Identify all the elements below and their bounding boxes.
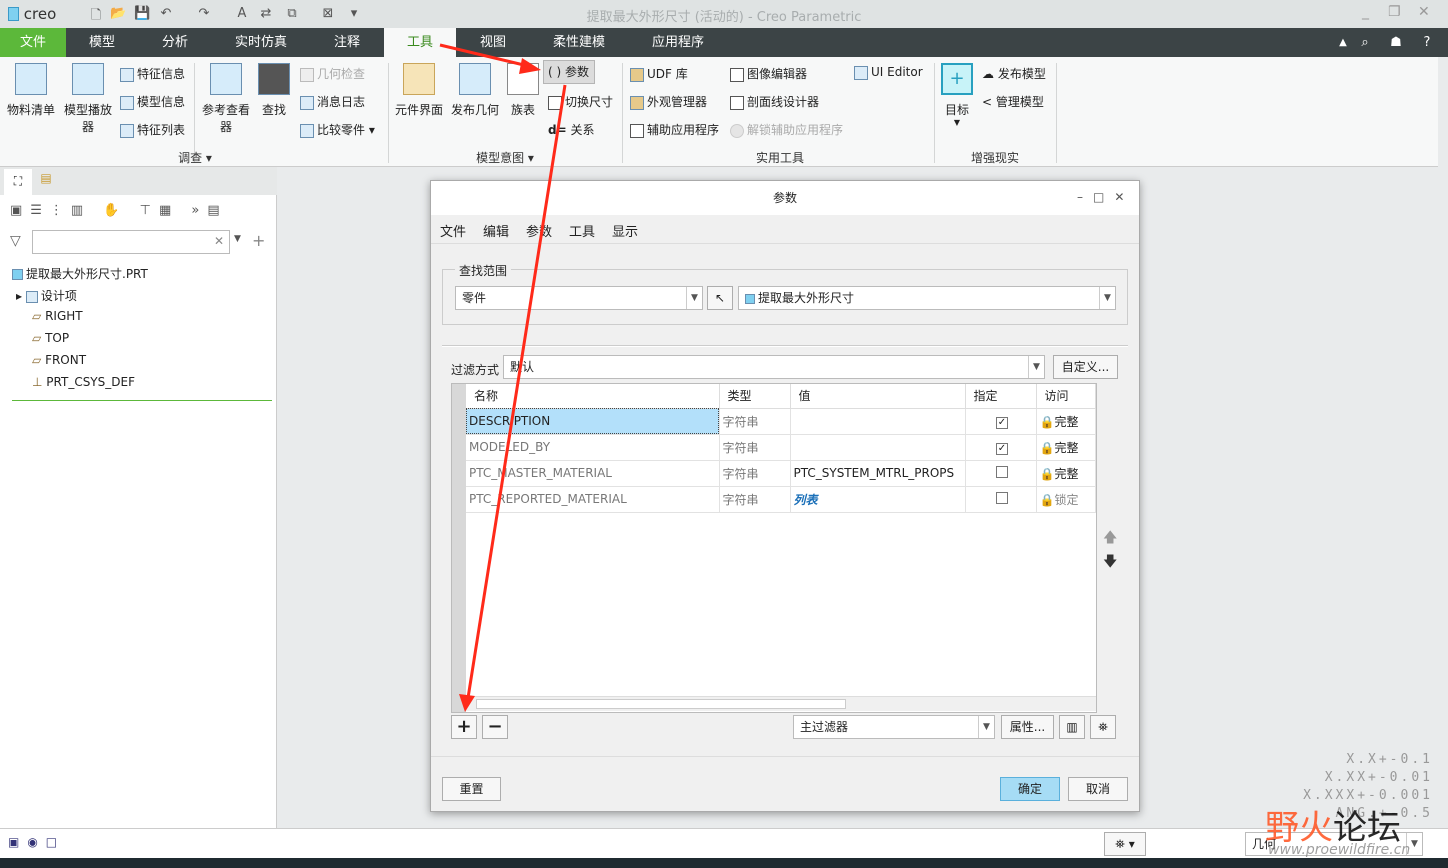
annotation-arrows	[439, 43, 567, 712]
arrow-to-parameters	[439, 43, 529, 68]
arrow-head	[519, 58, 541, 74]
arrow-head	[459, 694, 475, 712]
arrow-to-add-button	[466, 84, 567, 699]
